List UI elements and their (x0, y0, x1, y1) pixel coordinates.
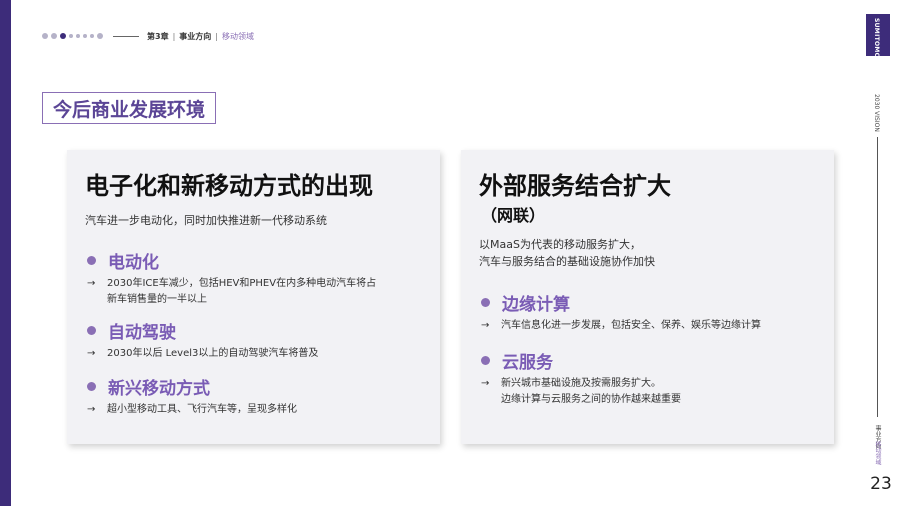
item-description: → 新兴城市基础设施及按需服务扩大。 边缘计算与云服务之间的协作越来越重要 (481, 376, 681, 408)
item-cloud-services: 云服务 (481, 348, 553, 373)
progress-dot (83, 34, 87, 38)
item-label: 电动化 (108, 253, 159, 273)
bullet-icon (481, 298, 490, 307)
left-accent-bar (0, 0, 11, 506)
card-title: 外部服务结合扩大 (479, 172, 671, 200)
bullet-icon (87, 256, 96, 265)
rail-subsection-label: 移动领域 (874, 441, 881, 465)
chapter-progress-dots (42, 33, 103, 39)
card-subtitle-line: 汽车与服务结合的基础设施协作加快 (479, 255, 655, 268)
bullet-icon (87, 382, 96, 391)
item-electrification: 电动化 (87, 248, 159, 273)
item-label: 新兴移动方式 (108, 379, 210, 399)
card-subtitle-line: 以MaaS为代表的移动服务扩大， (479, 238, 641, 251)
breadcrumb-section: 事业方向 (179, 31, 212, 41)
page-number: 23 (870, 474, 892, 494)
item-autonomous-driving: 自动驾驶 (87, 318, 176, 343)
bullet-icon (87, 326, 96, 335)
item-text: 汽车信息化进一步发展，包括安全、保养、娱乐等边缘计算 (501, 320, 761, 331)
electrification-card: 电子化和新移动方式的出现 汽车进一步电动化，同时加快推进新一代移动系统 电动化 … (67, 150, 440, 444)
progress-dot-active (60, 33, 66, 39)
arrow-icon: → (87, 348, 96, 359)
progress-dot (69, 34, 73, 38)
item-new-mobility: 新兴移动方式 (87, 374, 210, 399)
bullet-icon (481, 356, 490, 365)
item-text: 新兴城市基础设施及按需服务扩大。 边缘计算与云服务之间的协作越来越重要 (501, 378, 681, 405)
breadcrumb-separator: | (215, 31, 218, 41)
item-edge-computing: 边缘计算 (481, 290, 570, 315)
connectivity-card: 外部服务结合扩大 （网联） 以MaaS为代表的移动服务扩大， 汽车与服务结合的基… (461, 150, 834, 444)
card-subtitle: 汽车进一步电动化，同时加快推进新一代移动系统 (85, 214, 327, 227)
progress-dot (76, 34, 80, 38)
arrow-icon: → (87, 404, 96, 415)
brand-name: SUMITOMO ELECTRIC (873, 18, 880, 95)
breadcrumb-subsection: 移动领域 (221, 31, 254, 41)
breadcrumb-separator: | (172, 31, 176, 41)
item-description: → 超小型移动工具、飞行汽车等，呈现多样化 (87, 402, 297, 418)
arrow-icon: → (87, 278, 96, 289)
progress-dot (90, 34, 94, 38)
item-label: 云服务 (502, 353, 553, 373)
breadcrumb-chapter: 第3章 (147, 31, 169, 41)
card-title-sub: （网联） (481, 206, 546, 225)
breadcrumb: 第3章 | 事业方向 | 移动领域 (42, 28, 254, 44)
card-title: 电子化和新移动方式的出现 (85, 172, 373, 200)
item-description: → 汽车信息化进一步发展，包括安全、保养、娱乐等边缘计算 (481, 318, 761, 334)
item-description: → 2030年以后 Level3以上的自动驾驶汽车将普及 (87, 346, 318, 362)
item-label: 边缘计算 (502, 295, 570, 315)
header-divider-line (113, 35, 139, 37)
progress-dot (51, 33, 57, 39)
item-description: → 2030年ICE车减少，包括HEV和PHEV在内多种电动汽车将占 新车销售量… (87, 276, 376, 308)
arrow-icon: → (481, 378, 490, 389)
section-title: 今后商业发展环境 (42, 92, 217, 124)
progress-dot (42, 33, 48, 39)
card-subtitle: 以MaaS为代表的移动服务扩大， 汽车与服务结合的基础设施协作加快 (479, 236, 655, 270)
item-text: 2030年ICE车减少，包括HEV和PHEV在内多种电动汽车将占 新车销售量的一… (107, 278, 377, 305)
vision-label: 2030 VISION (873, 94, 880, 132)
arrow-icon: → (481, 320, 490, 331)
progress-dot (97, 33, 103, 39)
item-text: 2030年以后 Level3以上的自动驾驶汽车将普及 (107, 348, 319, 359)
rail-divider-line (877, 137, 878, 417)
item-text: 超小型移动工具、飞行汽车等，呈现多样化 (107, 404, 297, 415)
item-label: 自动驾驶 (108, 323, 176, 343)
